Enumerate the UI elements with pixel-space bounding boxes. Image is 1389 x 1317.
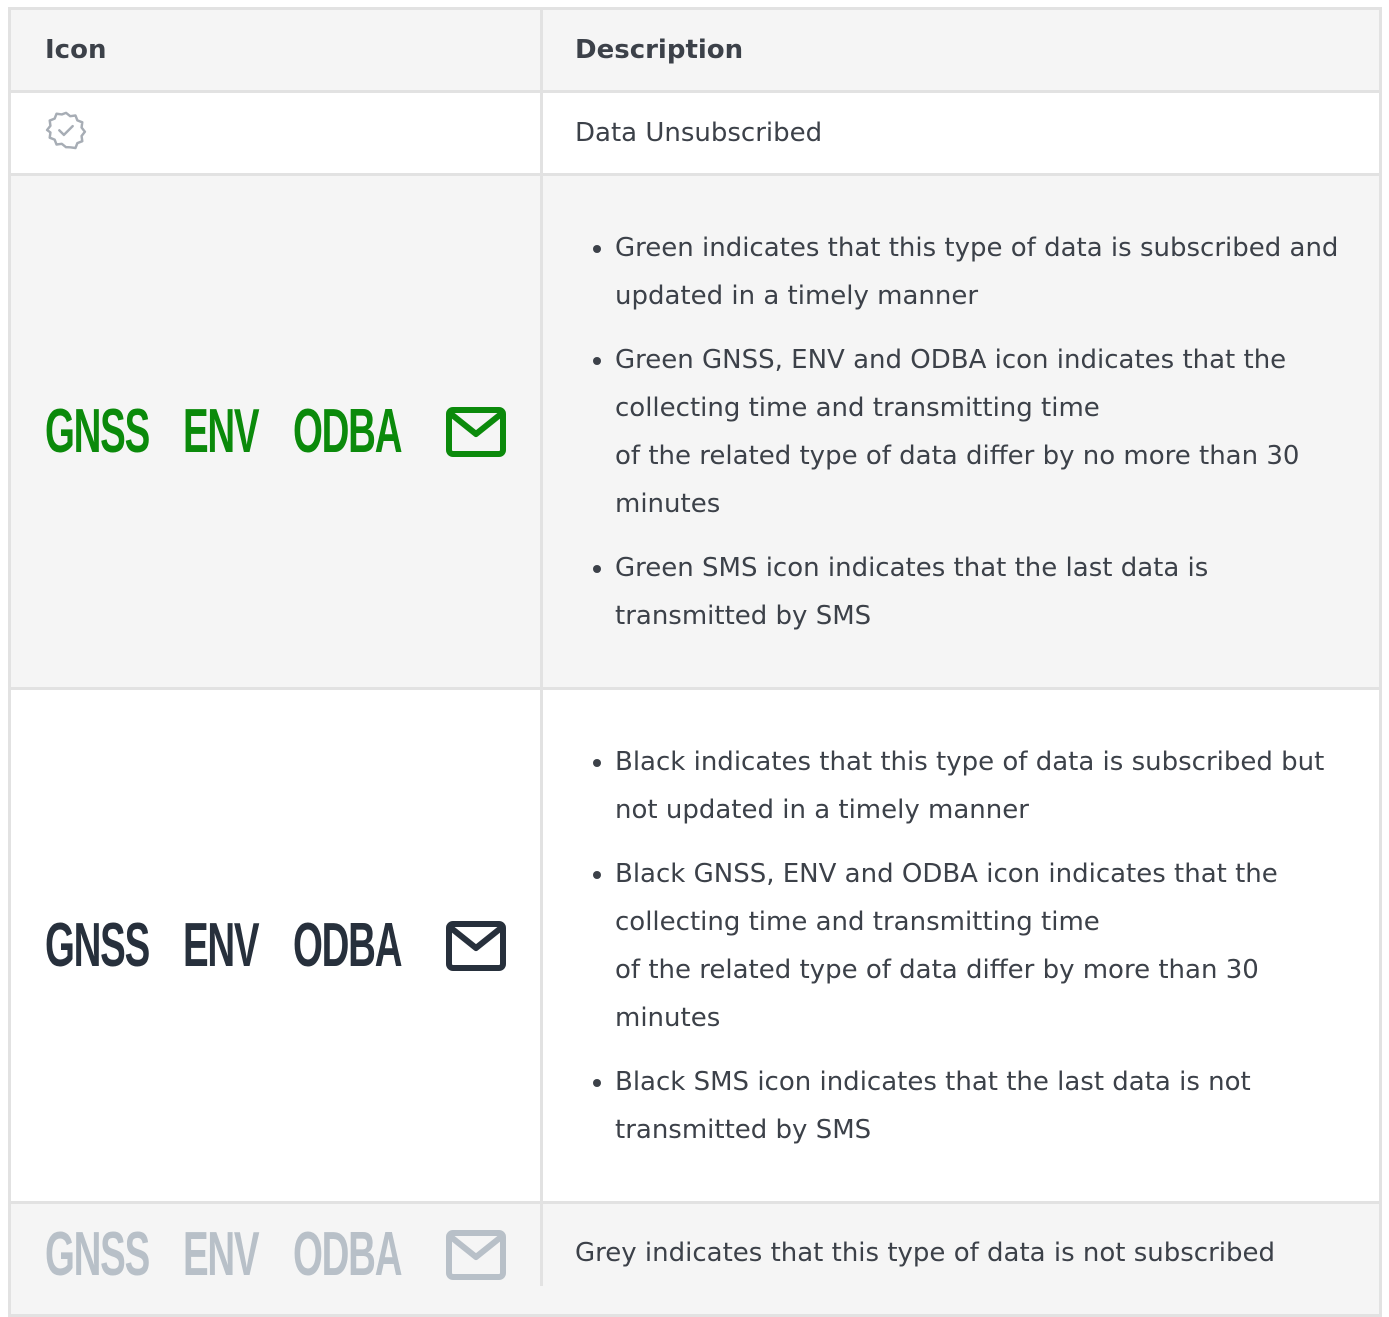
gnss-icon: GNSS <box>45 1220 150 1289</box>
gnss-icon: GNSS <box>45 910 150 980</box>
table-row: GNSS ENV ODBA Green indicates that this … <box>11 176 1379 690</box>
table-row: GNSS ENV ODBA Black indicates that this … <box>11 690 1379 1204</box>
odba-icon: ODBA <box>293 396 402 466</box>
env-icon: ENV <box>183 1220 260 1289</box>
list-item: Green SMS icon indicates that the last d… <box>615 544 1359 640</box>
list-item: Green GNSS, ENV and ODBA icon indicates … <box>615 336 1359 528</box>
list-item: Black SMS icon indicates that the last d… <box>615 1058 1359 1154</box>
env-icon: ENV <box>183 396 260 466</box>
description-list: Black indicates that this type of data i… <box>575 738 1359 1154</box>
badge-check-icon <box>45 109 87 158</box>
header-description: Description <box>575 35 744 65</box>
sms-mail-icon <box>445 920 507 972</box>
sms-mail-icon <box>445 1229 507 1281</box>
header-icon: Icon <box>11 10 543 90</box>
gnss-icon: GNSS <box>45 396 150 466</box>
list-item: Black indicates that this type of data i… <box>615 738 1359 834</box>
table-row: GNSS ENV ODBA Grey indicates that this t… <box>11 1204 1379 1317</box>
table-row: Data Unsubscribed <box>11 93 1379 176</box>
row-description: Grey indicates that this type of data is… <box>575 1238 1276 1268</box>
sms-mail-icon <box>445 406 507 458</box>
icon-legend-table: Icon Description Data Unsubscribed GNSS … <box>8 7 1382 1317</box>
table-header: Icon Description <box>11 10 1379 93</box>
row-description: Data Unsubscribed <box>575 118 823 148</box>
odba-icon: ODBA <box>293 910 402 980</box>
odba-icon: ODBA <box>293 1220 402 1289</box>
list-item: Green indicates that this type of data i… <box>615 224 1359 320</box>
description-list: Green indicates that this type of data i… <box>575 224 1359 640</box>
list-item: Black GNSS, ENV and ODBA icon indicates … <box>615 850 1359 1042</box>
env-icon: ENV <box>183 910 260 980</box>
